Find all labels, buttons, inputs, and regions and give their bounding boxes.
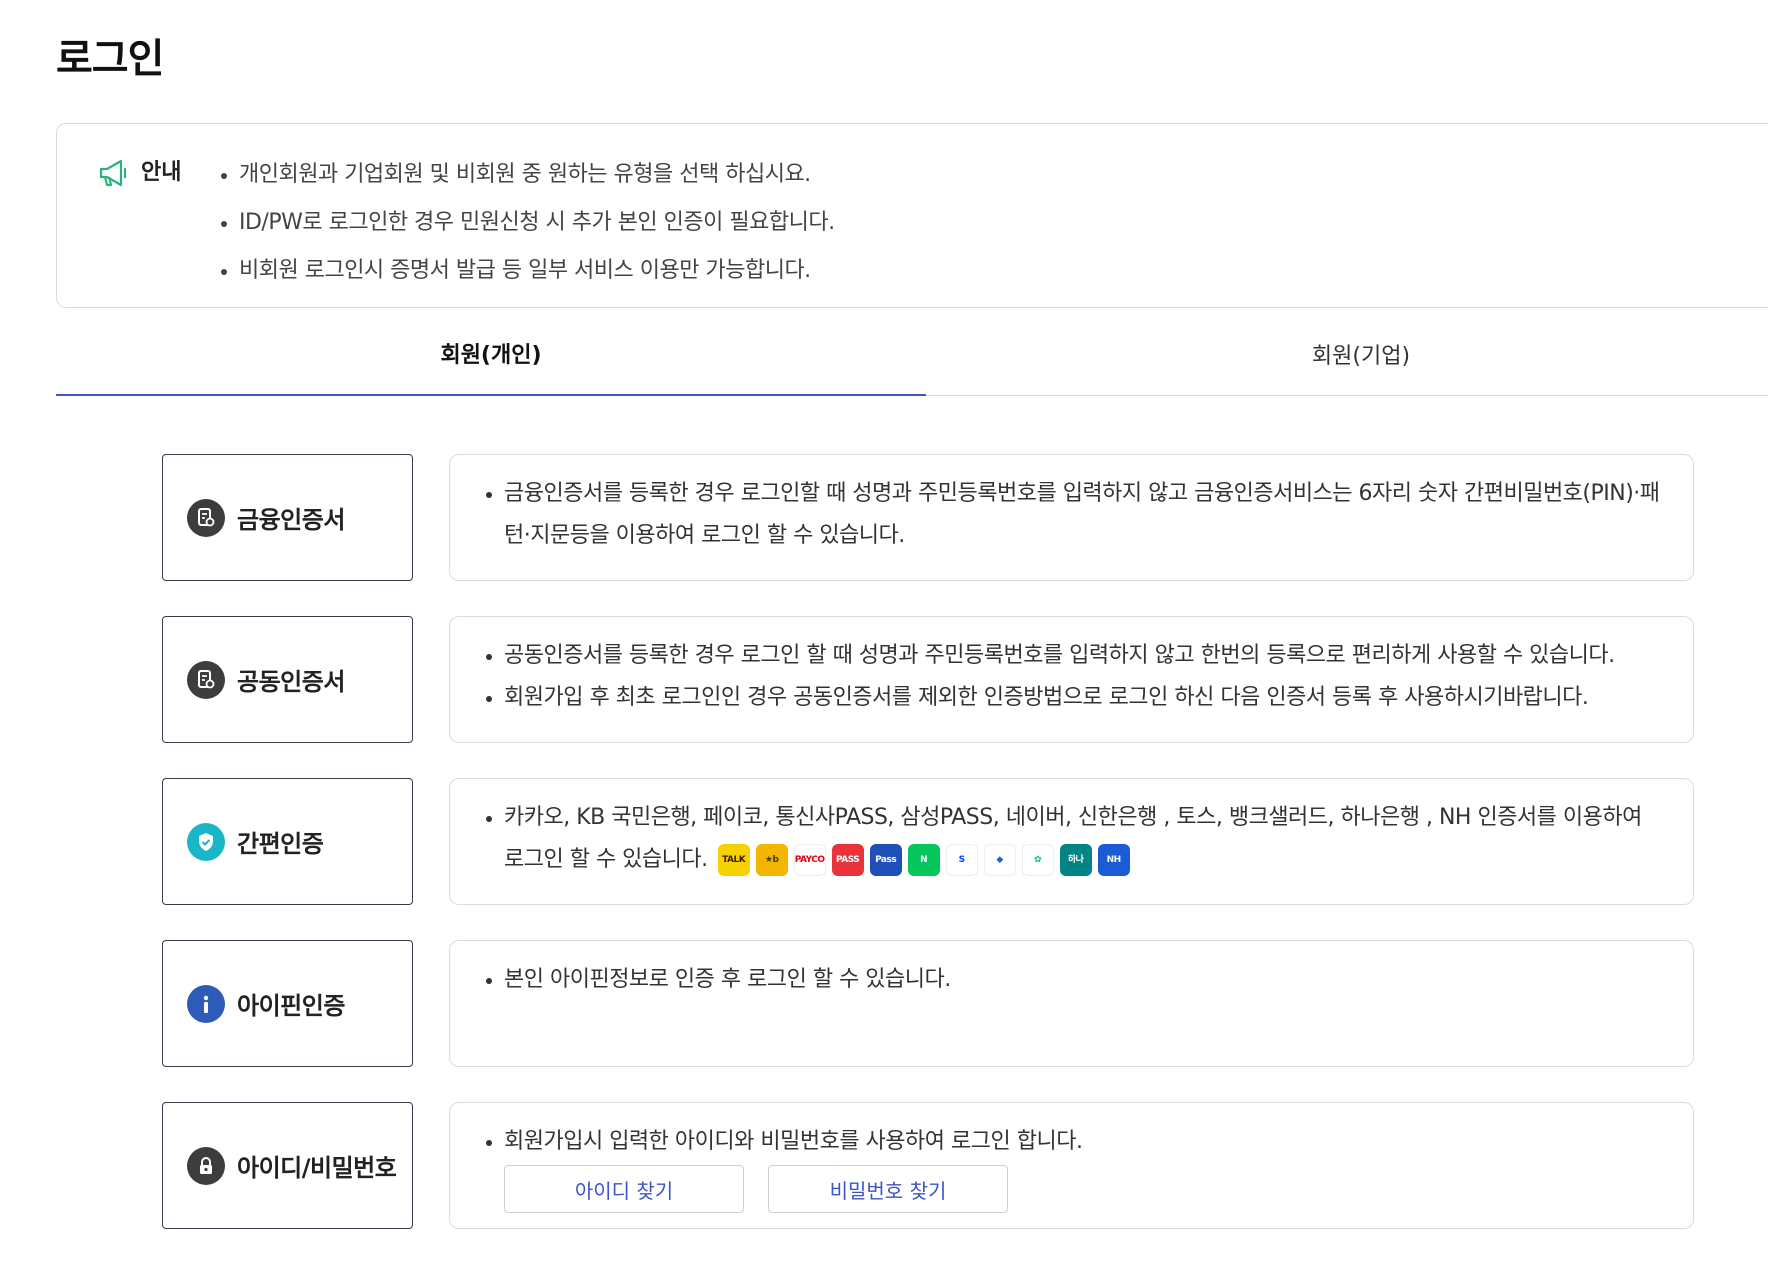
method-description: 회원가입시 입력한 아이디와 비밀번호를 사용하여 로그인 합니다. 아이디 찾… — [449, 1102, 1694, 1229]
notice-list: 개인회원과 기업회원 및 비회원 중 원하는 유형을 선택 하십시요. ID/P… — [217, 151, 835, 295]
notice-box: 안내 개인회원과 기업회원 및 비회원 중 원하는 유형을 선택 하십시요. I… — [56, 123, 1768, 308]
joint-cert-button[interactable]: 공동인증서 — [162, 616, 413, 743]
method-description: 카카오, KB 국민은행, 페이코, 통신사PASS, 삼성PASS, 네이버,… — [449, 778, 1694, 905]
description-item: 본인 아이핀정보로 인증 후 로그인 할 수 있습니다. — [486, 959, 1665, 1001]
method-label: 간편인증 — [237, 830, 324, 858]
login-page: 로그인 안내 개인회원과 기업회원 및 비회원 중 원하는 유형을 선택 하십시… — [0, 0, 1768, 1266]
notice-label: 안내 — [141, 160, 182, 185]
payco-logo: PAYCO — [793, 844, 826, 876]
description-item: 회원가입 후 최초 로그인인 경우 공동인증서를 제외한 인증방법으로 로그인 … — [486, 677, 1665, 719]
nh-logo: NH — [1097, 844, 1130, 876]
notice-item: 개인회원과 기업회원 및 비회원 중 원하는 유형을 선택 하십시요. — [217, 151, 835, 199]
description-item: 회원가입시 입력한 아이디와 비밀번호를 사용하여 로그인 합니다. — [486, 1121, 1665, 1163]
info-icon — [187, 984, 225, 1023]
find-password-button[interactable]: 비밀번호 찾기 — [768, 1165, 1008, 1213]
megaphone-icon — [99, 159, 127, 187]
certificate-icon — [187, 660, 225, 699]
method-label: 공동인증서 — [237, 668, 345, 696]
shield-check-icon — [187, 822, 225, 861]
method-description: 공동인증서를 등록한 경우 로그인 할 때 성명과 주민등록번호를 입력하지 않… — [449, 616, 1694, 743]
find-id-button[interactable]: 아이디 찾기 — [504, 1165, 744, 1213]
tab-personal[interactable]: 회원(개인) — [56, 312, 926, 396]
description-item: 금융인증서를 등록한 경우 로그인할 때 성명과 주민등록번호를 입력하지 않고… — [486, 473, 1665, 557]
method-row-joint-cert: 공동인증서 공동인증서를 등록한 경우 로그인 할 때 성명과 주민등록번호를 … — [162, 616, 1694, 743]
description-item: 카카오, KB 국민은행, 페이코, 통신사PASS, 삼성PASS, 네이버,… — [486, 797, 1665, 881]
hana-logo: 하나 — [1059, 844, 1092, 876]
samsung-pass-logo: Pass — [869, 844, 902, 876]
kakao-logo: TALK — [717, 844, 750, 876]
find-buttons: 아이디 찾기 비밀번호 찾기 — [504, 1165, 1665, 1213]
simple-auth-button[interactable]: 간편인증 — [162, 778, 413, 905]
banksalad-logo: ✿ — [1021, 844, 1054, 876]
notice-item: 비회원 로그인시 증명서 발급 등 일부 서비스 이용만 가능합니다. — [217, 247, 835, 295]
method-row-ipin: 아이핀인증 본인 아이핀정보로 인증 후 로그인 할 수 있습니다. — [162, 940, 1694, 1067]
notice-item: ID/PW로 로그인한 경우 민원신청 시 추가 본인 인증이 필요합니다. — [217, 199, 835, 247]
method-description: 금융인증서를 등록한 경우 로그인할 때 성명과 주민등록번호를 입력하지 않고… — [449, 454, 1694, 581]
ipin-auth-button[interactable]: 아이핀인증 — [162, 940, 413, 1067]
method-row-id-password: 아이디/비밀번호 회원가입시 입력한 아이디와 비밀번호를 사용하여 로그인 합… — [162, 1102, 1694, 1229]
method-label: 아이핀인증 — [237, 992, 345, 1020]
id-password-button[interactable]: 아이디/비밀번호 — [162, 1102, 413, 1229]
toss-logo: ◆ — [983, 844, 1016, 876]
kb-logo: ★b — [755, 844, 788, 876]
shinhan-logo: S — [945, 844, 978, 876]
method-row-simple-auth: 간편인증 카카오, KB 국민은행, 페이코, 통신사PASS, 삼성PASS,… — [162, 778, 1694, 905]
tab-corporate[interactable]: 회원(기업) — [926, 312, 1768, 396]
description-item: 공동인증서를 등록한 경우 로그인 할 때 성명과 주민등록번호를 입력하지 않… — [486, 635, 1665, 677]
lock-icon — [187, 1146, 225, 1185]
method-label: 금융인증서 — [237, 506, 345, 534]
certificate-icon — [187, 498, 225, 537]
method-description: 본인 아이핀정보로 인증 후 로그인 할 수 있습니다. — [449, 940, 1694, 1067]
page-title: 로그인 — [56, 36, 164, 82]
financial-cert-button[interactable]: 금융인증서 — [162, 454, 413, 581]
method-label: 아이디/비밀번호 — [237, 1154, 397, 1182]
pass-logo: PASS — [831, 844, 864, 876]
provider-logos: TALK ★b PAYCO PASS Pass N S ◆ ✿ 하나 NH — [717, 844, 1130, 876]
member-type-tabs: 회원(개인) 회원(기업) — [56, 312, 1768, 396]
method-row-financial-cert: 금융인증서 금융인증서를 등록한 경우 로그인할 때 성명과 주민등록번호를 입… — [162, 454, 1694, 581]
naver-logo: N — [907, 844, 940, 876]
